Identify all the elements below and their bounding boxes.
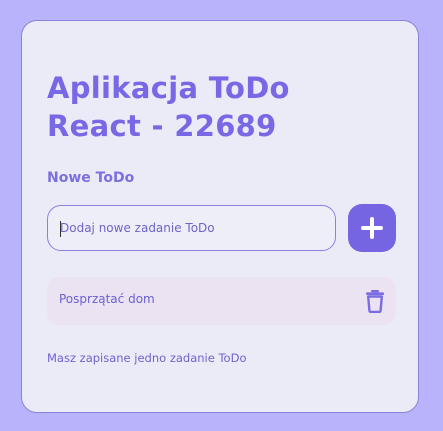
new-todo-field-wrapper — [47, 205, 336, 251]
page-title: Aplikacja ToDo React - 22689 — [47, 71, 290, 143]
delete-todo-button[interactable] — [364, 289, 386, 314]
todo-count-summary: Masz zapisane jedno zadanie ToDo — [47, 351, 247, 365]
text-caret — [60, 221, 61, 237]
todo-item-text: Posprzątać dom — [59, 292, 155, 306]
add-todo-button[interactable] — [348, 204, 396, 252]
todo-item: Posprzątać dom — [47, 277, 396, 325]
todo-card: Aplikacja ToDo React - 22689 Nowe ToDo P… — [21, 20, 419, 413]
plus-icon — [361, 217, 383, 239]
new-todo-input[interactable] — [48, 206, 335, 250]
new-todo-label: Nowe ToDo — [47, 170, 135, 186]
trash-icon — [366, 290, 384, 314]
